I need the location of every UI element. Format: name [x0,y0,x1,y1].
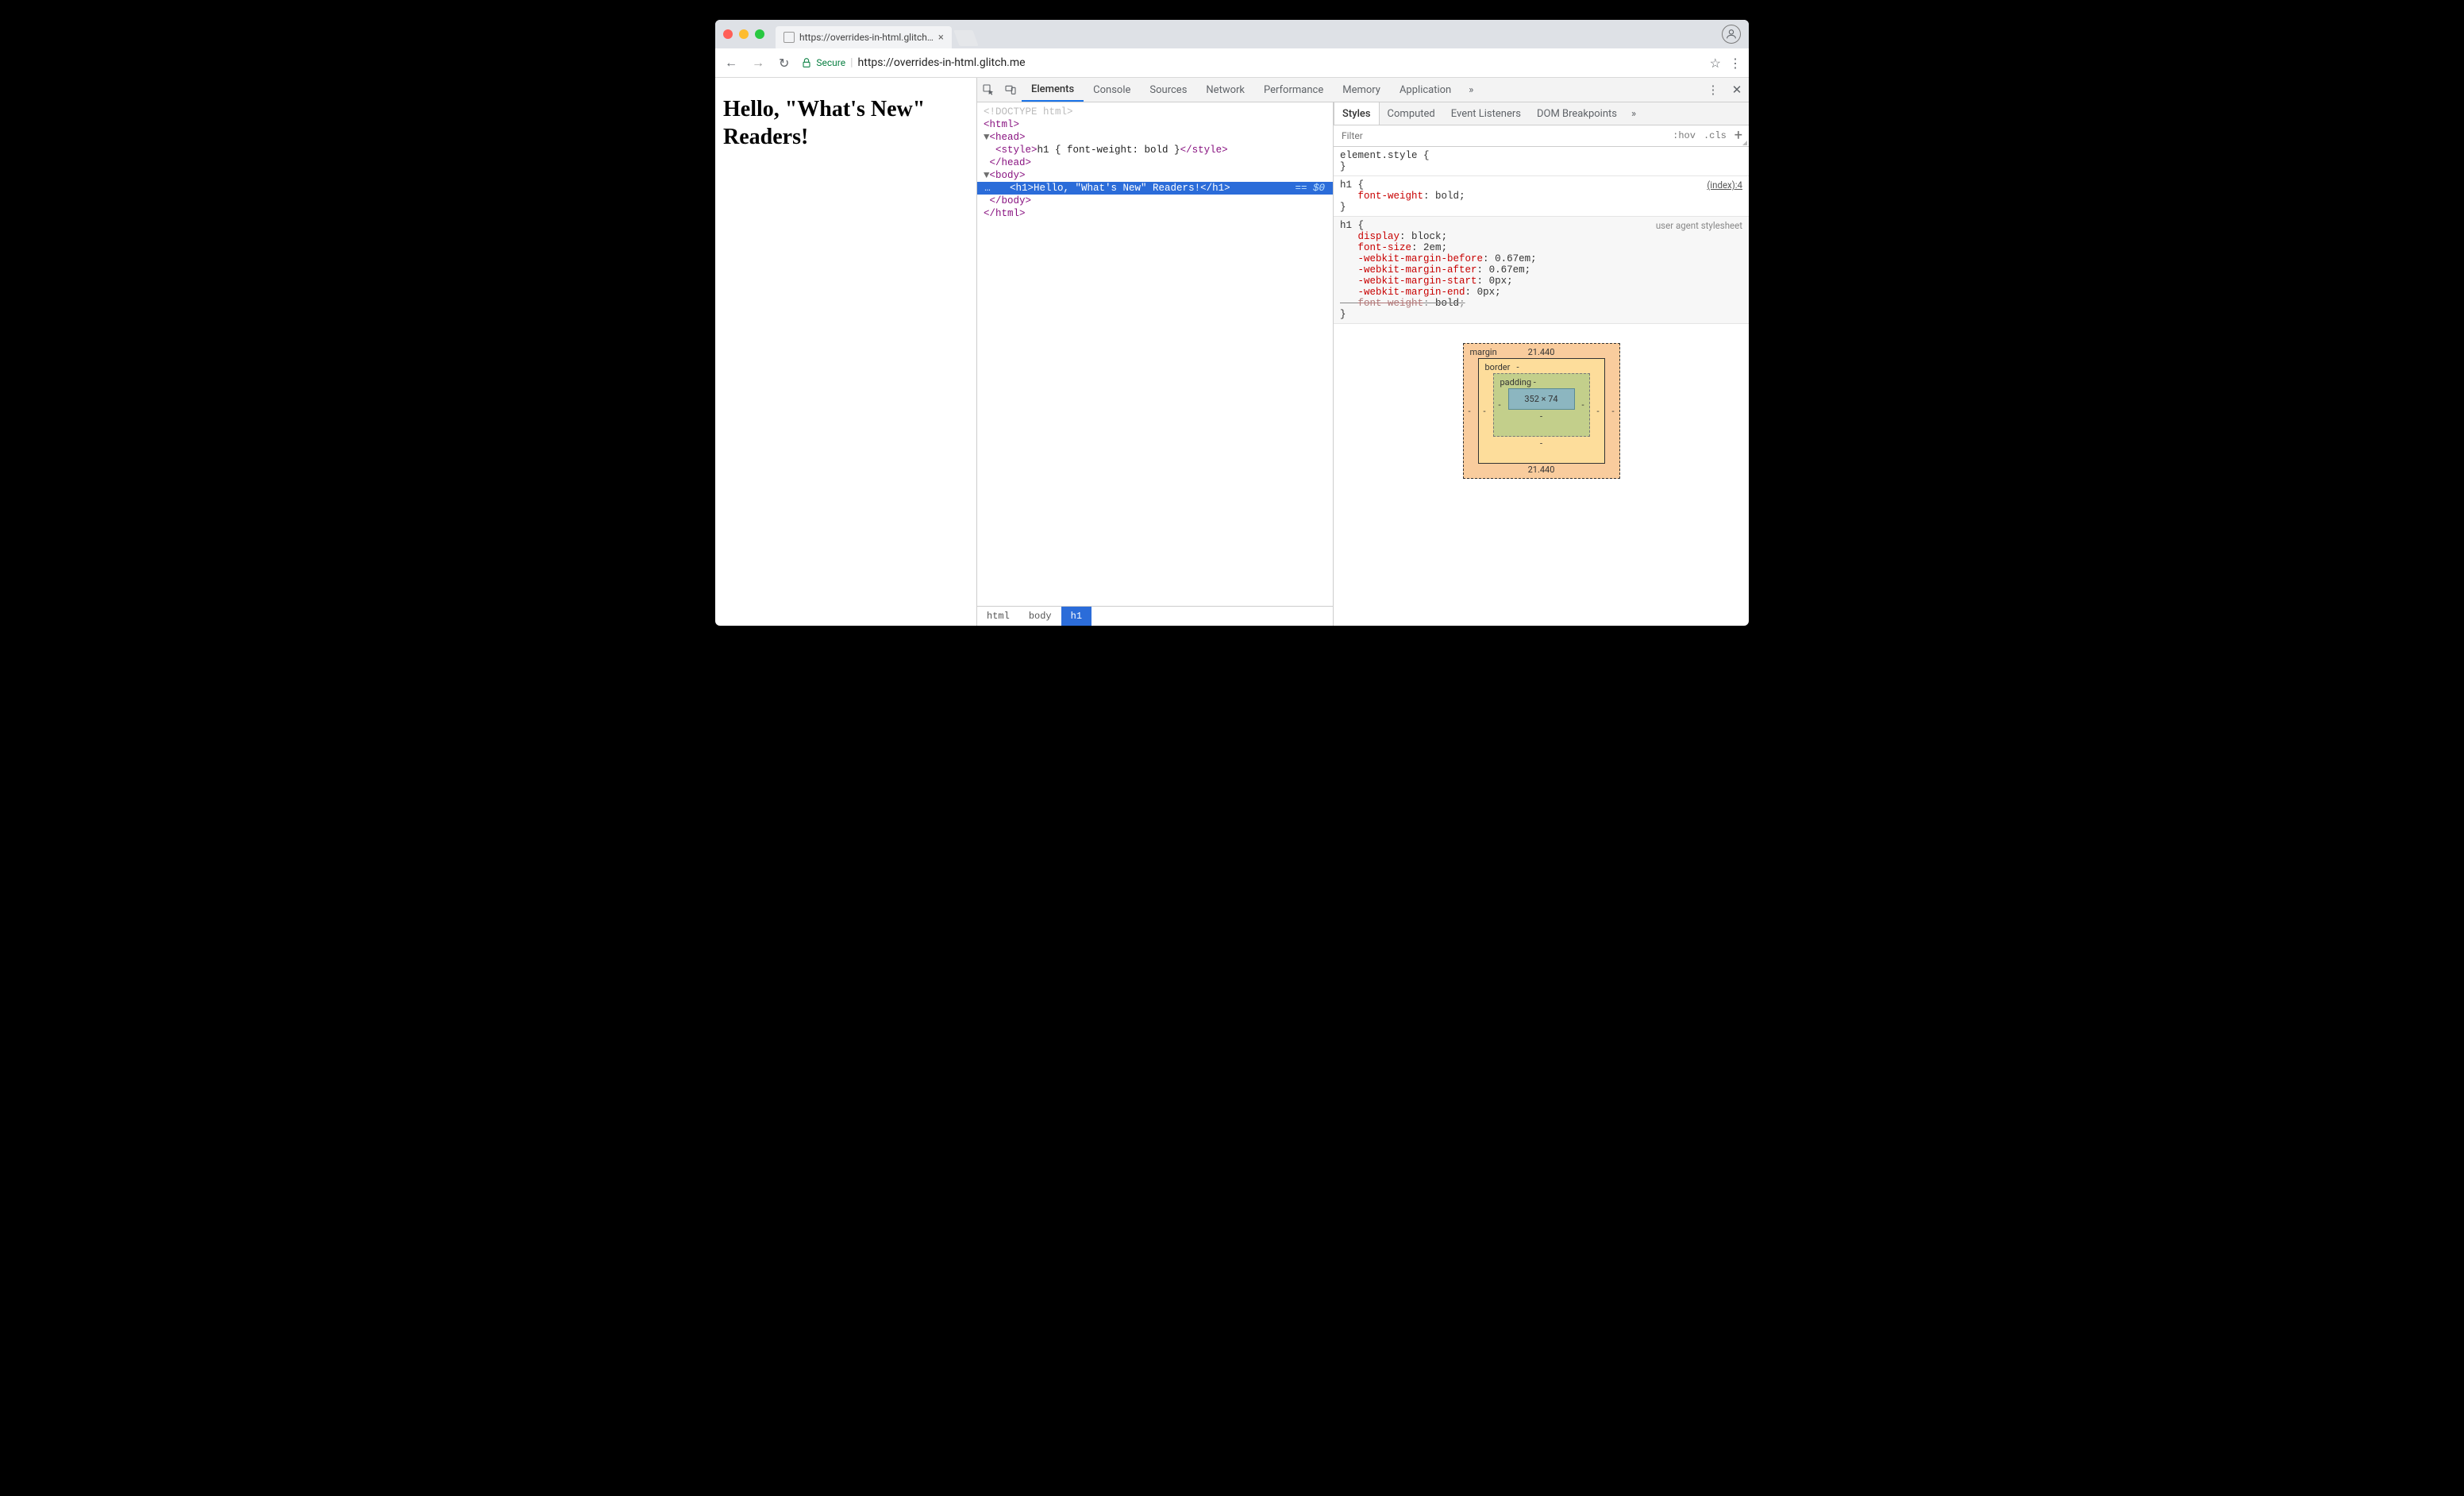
bookmark-star-icon[interactable]: ☆ [1710,56,1721,71]
devtools-panel: ElementsConsoleSourcesNetworkPerformance… [977,78,1749,626]
margin-label: margin [1470,347,1497,357]
url-text: https://overrides-in-html.glitch.me [858,56,1026,69]
console-ref: == $0 [1289,183,1330,194]
box-margin[interactable]: margin 21.440 - - border - - - padding - [1463,343,1620,479]
devtools-tab-application[interactable]: Application [1390,78,1461,102]
devtools-tabs-overflow-icon[interactable]: » [1461,78,1481,102]
page-heading: Hello, "What's New" Readers! [723,95,968,151]
style-rule[interactable]: (index):4h1 { font-weight: bold;} [1334,176,1749,217]
workspace: Hello, "What's New" Readers! ElementsCon… [715,78,1749,626]
padding-label: padding - [1500,377,1536,387]
breadcrumb-html[interactable]: html [977,607,1019,626]
close-window-icon[interactable] [723,29,733,39]
browser-tab[interactable]: https://overrides-in-html.glitch… × [776,26,952,48]
zoom-window-icon[interactable] [755,29,764,39]
border-label: border - [1485,362,1519,372]
dom-line[interactable]: <style>h1 { font-weight: bold }</style> [977,144,1333,156]
sidebar-tab-computed[interactable]: Computed [1380,102,1443,125]
devtools-tab-sources[interactable]: Sources [1140,78,1196,102]
dom-line[interactable]: </body> [977,195,1333,207]
hov-toggle[interactable]: :hov [1673,130,1696,141]
device-toolbar-icon[interactable] [999,78,1022,102]
window-controls [723,29,764,39]
margin-left: - [1469,406,1471,416]
person-icon [1725,28,1738,40]
secure-label: Secure [816,57,845,68]
styles-sidebar: StylesComputedEvent ListenersDOM Breakpo… [1334,102,1749,626]
devtools-tab-network[interactable]: Network [1196,78,1254,102]
selected-gutter: … [977,183,998,194]
titlebar: https://overrides-in-html.glitch… × [715,20,1749,48]
devtools-tab-elements[interactable]: Elements [1022,78,1084,102]
secure-badge: Secure [800,56,845,69]
dom-tree[interactable]: <!DOCTYPE html> <html> ▼<head> <style>h1… [977,102,1333,606]
dom-line-selected[interactable]: … <h1>Hello, "What's New" Readers!</h1> … [977,182,1333,195]
sidebar-tabs-overflow-icon[interactable]: » [1625,102,1642,125]
rendered-page: Hello, "What's New" Readers! [715,78,977,626]
sidebar-tab-dom-breakpoints[interactable]: DOM Breakpoints [1529,102,1625,125]
new-style-rule-icon[interactable]: + [1734,129,1742,143]
forward-button[interactable]: → [749,55,768,71]
tab-close-icon[interactable]: × [938,33,944,43]
rule-origin: user agent stylesheet [1656,220,1742,231]
sidebar-tab-event-listeners[interactable]: Event Listeners [1443,102,1529,125]
favicon-icon [783,32,795,43]
dom-breadcrumbs: htmlbodyh1 [977,606,1333,626]
dom-line[interactable]: ▼<body> [977,169,1333,182]
sidebar-tabs: StylesComputedEvent ListenersDOM Breakpo… [1334,102,1749,125]
dom-pane: <!DOCTYPE html> <html> ▼<head> <style>h1… [977,102,1334,626]
margin-bottom: 21.440 [1528,465,1555,475]
margin-right: - [1611,406,1614,416]
address-bar[interactable]: Secure | https://overrides-in-html.glitc… [800,56,1701,69]
dom-line[interactable]: </html> [977,207,1333,220]
dom-line[interactable]: ▼<head> [977,131,1333,144]
devtools-toolbar: ElementsConsoleSourcesNetworkPerformance… [977,78,1749,102]
styles-filter-bar: :hov .cls + [1334,125,1749,147]
breadcrumb-h1[interactable]: h1 [1061,607,1091,626]
inspect-element-icon[interactable] [977,78,999,102]
devtools-tab-console[interactable]: Console [1084,78,1140,102]
omnibar: ← → ↻ Secure | https://overrides-in-html… [715,48,1749,78]
rule-origin[interactable]: (index):4 [1707,179,1742,191]
box-content[interactable]: 352 × 74 [1508,388,1575,410]
margin-top: 21.440 [1528,347,1555,357]
resize-corner-icon[interactable] [1742,141,1747,145]
reload-button[interactable]: ↻ [776,56,792,71]
browser-menu-icon[interactable]: ⋮ [1729,56,1742,71]
style-rule[interactable]: element.style {} [1334,147,1749,176]
minimize-window-icon[interactable] [739,29,749,39]
lock-icon [800,56,813,69]
box-model: margin 21.440 - - border - - - padding - [1334,324,1749,498]
style-rules: element.style {}(index):4h1 { font-weigh… [1334,147,1749,324]
style-rule[interactable]: user agent stylesheeth1 { display: block… [1334,217,1749,324]
dom-line[interactable]: </head> [977,156,1333,169]
box-padding[interactable]: padding - - - 352 × 74 - [1493,373,1590,437]
sidebar-tab-styles[interactable]: Styles [1334,102,1380,125]
browser-window: https://overrides-in-html.glitch… × ← → … [715,20,1749,626]
dom-line[interactable]: <html> [977,118,1333,131]
devtools-menu-icon[interactable]: ⋮ [1701,83,1725,97]
box-border[interactable]: border - - - padding - - - 352 × 74 - [1478,358,1605,464]
dom-line[interactable]: <!DOCTYPE html> [977,106,1333,118]
new-tab-button[interactable] [953,30,978,46]
devtools-body: <!DOCTYPE html> <html> ▼<head> <style>h1… [977,102,1749,626]
tab-title: https://overrides-in-html.glitch… [799,32,934,43]
styles-filter-input[interactable] [1340,129,1665,142]
devtools-close-icon[interactable]: ✕ [1725,83,1749,97]
profile-avatar-icon[interactable] [1722,25,1741,44]
cls-toggle[interactable]: .cls [1704,130,1727,141]
breadcrumb-body[interactable]: body [1019,607,1061,626]
devtools-tab-performance[interactable]: Performance [1254,78,1333,102]
back-button[interactable]: ← [722,55,741,71]
devtools-tab-memory[interactable]: Memory [1333,78,1390,102]
